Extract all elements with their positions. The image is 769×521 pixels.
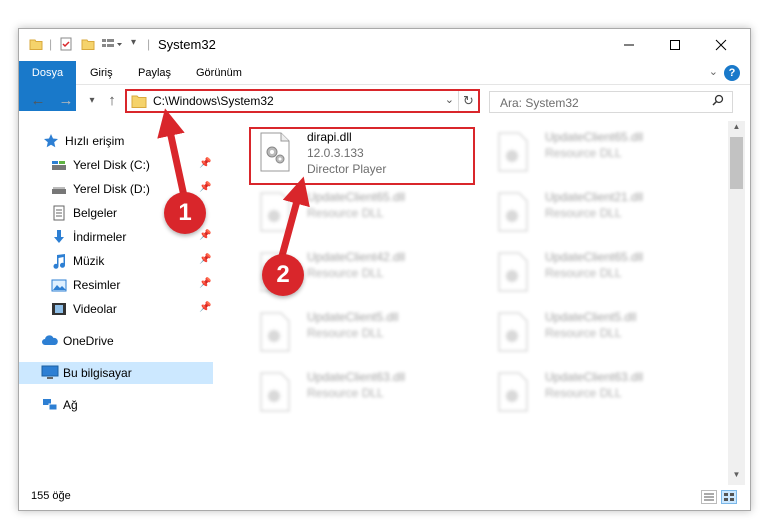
arrow-1 <box>157 108 188 200</box>
arrow-2 <box>278 176 310 260</box>
annotation-badge-1: 1 <box>164 192 206 234</box>
annotation-arrows <box>157 108 310 260</box>
annotation-badge-2: 2 <box>262 254 304 296</box>
